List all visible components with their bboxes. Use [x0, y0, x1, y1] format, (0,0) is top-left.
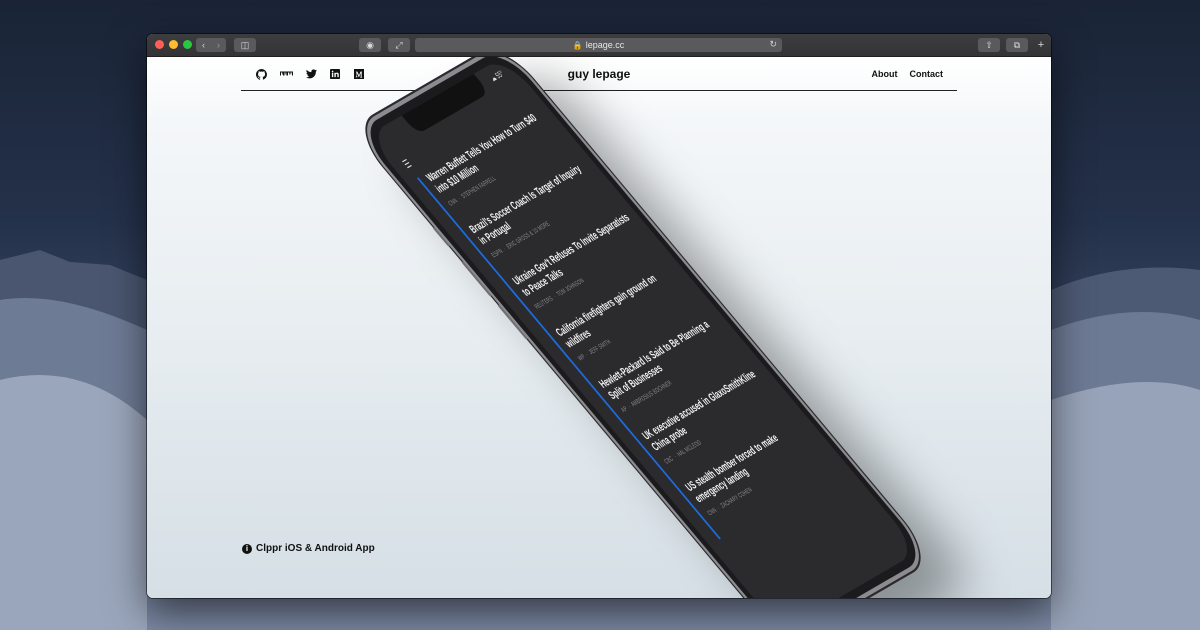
phone-mockup: ☁ 55° ☰ Warren Buffett Tells You How to …	[352, 57, 934, 598]
minimize-window-button[interactable]	[169, 40, 178, 49]
hamburger-menu-icon[interactable]: ☰	[400, 157, 415, 171]
forward-icon[interactable]: ›	[211, 40, 226, 50]
sidebar-icon: ◫	[240, 39, 250, 50]
share-button[interactable]: ⇧	[978, 38, 1000, 52]
phone-mockup-area: ☁ 55° ☰ Warren Buffett Tells You How to …	[147, 57, 1051, 598]
tabs-icon: ⧉	[1013, 39, 1021, 50]
new-tab-button[interactable]: +	[1034, 38, 1048, 52]
browser-toolbar: ‹ › ◫ ◉ ⤢ 🔒 lepage.cc ↻ ⇧ ⧉ +	[147, 34, 1051, 57]
privacy-icon: ◉	[366, 39, 374, 50]
browser-window: ‹ › ◫ ◉ ⤢ 🔒 lepage.cc ↻ ⇧ ⧉ + guy lepage…	[147, 34, 1051, 598]
reload-icon[interactable]: ↻	[769, 39, 777, 50]
back-icon[interactable]: ‹	[196, 40, 211, 50]
plus-icon: +	[1037, 39, 1045, 51]
reader-button[interactable]: ⤢	[388, 38, 410, 52]
weather-indicator: ☁ 55°	[488, 69, 506, 83]
story-list: Warren Buffett Tells You How to Turn $40…	[417, 108, 840, 539]
app-link-label: Clppr iOS & Android App	[256, 543, 375, 554]
window-controls	[155, 40, 192, 49]
maximize-window-button[interactable]	[183, 40, 192, 49]
share-icon: ⇧	[985, 39, 993, 50]
app-link[interactable]: i Clppr iOS & Android App	[242, 543, 375, 554]
privacy-button[interactable]: ◉	[359, 38, 381, 52]
lock-icon: 🔒	[572, 40, 583, 50]
resize-icon: ⤢	[395, 39, 403, 50]
address-text: lepage.cc	[585, 40, 625, 50]
tabs-button[interactable]: ⧉	[1006, 38, 1028, 52]
sidebar-button[interactable]: ◫	[234, 38, 256, 52]
address-bar[interactable]: 🔒 lepage.cc ↻	[415, 38, 782, 52]
phone-screen: ☁ 55° ☰ Warren Buffett Tells You How to …	[366, 57, 920, 598]
back-forward-buttons: ‹ ›	[196, 38, 226, 52]
close-window-button[interactable]	[155, 40, 164, 49]
phone-notch	[401, 73, 490, 135]
info-icon: i	[242, 543, 252, 554]
web-page: guy lepage About Contact ☁ 55° ☰ Warren …	[147, 57, 1051, 598]
